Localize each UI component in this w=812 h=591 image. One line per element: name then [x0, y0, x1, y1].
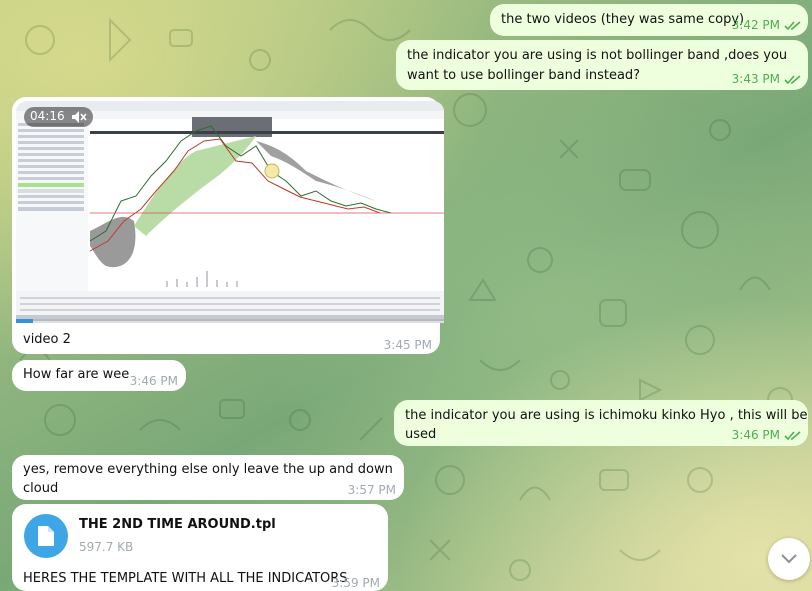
message-meta: 3:43 PM — [732, 71, 802, 88]
message-time: 3:59 PM — [331, 576, 380, 590]
video-thumbnail[interactable]: 04:16 — [16, 101, 444, 323]
message-time: 3:43 PM — [731, 72, 780, 86]
message-time: 3:57 PM — [347, 483, 396, 497]
scroll-to-bottom-button[interactable] — [768, 538, 810, 580]
message-time: 3:42 PM — [731, 18, 780, 32]
video-progress-bar[interactable] — [16, 319, 444, 323]
message-meta: 3:42 PM — [732, 17, 802, 34]
double-check-icon — [784, 75, 801, 84]
trading-chart-preview — [16, 101, 444, 323]
message-time: 3:46 PM — [129, 374, 178, 388]
message-bubble-outgoing[interactable]: the indicator you are using is not bolli… — [396, 40, 808, 90]
message-bubble-outgoing[interactable]: the indicator you are using is ichimoku … — [394, 400, 808, 446]
message-meta: 3:57 PM — [348, 482, 396, 499]
video-caption: video 2 — [23, 332, 71, 347]
message-bubble-video[interactable]: 04:16 video 2 3:45 PM — [12, 97, 444, 354]
message-meta: 3:46 PM — [732, 427, 802, 444]
file-name[interactable]: THE 2ND TIME AROUND.tpl — [79, 516, 276, 535]
message-bubble-incoming[interactable]: How far are wee 3:46 PM — [12, 360, 186, 391]
speaker-muted-icon[interactable] — [71, 110, 87, 124]
message-meta: 3:45 PM — [384, 337, 432, 354]
double-check-icon — [784, 431, 801, 440]
file-caption: HERES THE TEMPLATE WITH ALL THE INDICATO… — [23, 571, 348, 586]
double-check-icon — [784, 21, 801, 30]
video-progress-fill — [16, 319, 34, 323]
message-time: 3:46 PM — [731, 428, 780, 442]
message-time: 3:45 PM — [383, 338, 432, 352]
video-duration-badge: 04:16 — [24, 107, 93, 127]
file-download-button[interactable] — [24, 514, 68, 558]
message-bubble-file[interactable]: THE 2ND TIME AROUND.tpl 597.7 KB HERES T… — [12, 504, 388, 591]
video-duration: 04:16 — [30, 109, 65, 124]
message-meta: 3:46 PM — [130, 373, 178, 390]
message-text: How far are wee — [23, 367, 130, 382]
document-icon — [38, 526, 54, 546]
message-text: the two videos (they was same copy) — [501, 12, 745, 27]
file-size: 597.7 KB — [79, 540, 134, 554]
message-bubble-outgoing[interactable]: the two videos (they was same copy) 3:42… — [490, 4, 808, 36]
chevron-down-icon — [781, 554, 797, 564]
message-meta: 3:59 PM — [332, 575, 380, 591]
message-bubble-incoming[interactable]: yes, remove everything else only leave t… — [12, 455, 404, 500]
